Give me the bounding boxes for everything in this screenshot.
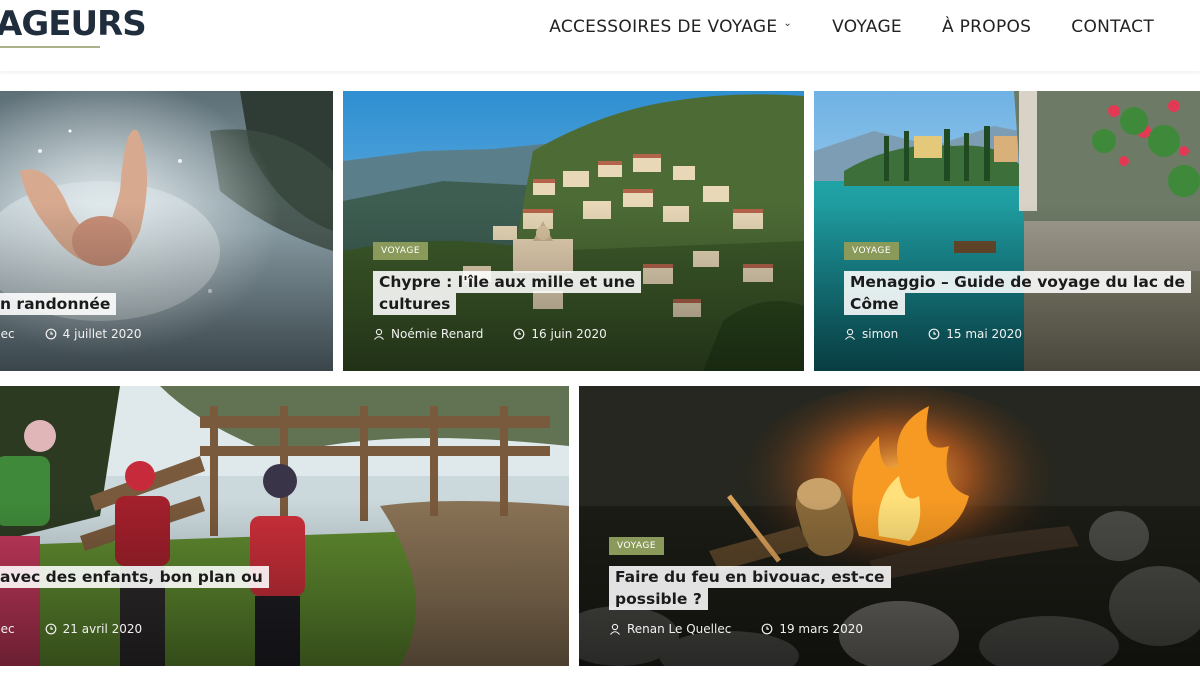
clock-icon <box>45 623 57 635</box>
nav-a-propos-label: À PROPOS <box>941 17 1032 37</box>
post-card[interactable]: avec des enfants, bon plan ou llec 21 av… <box>0 386 569 666</box>
post-title-line: Faire du feu en bivouac, est-ce <box>609 566 891 588</box>
post-title[interactable]: Chypre : l'île aux mille et une cultures <box>373 271 793 315</box>
post-title[interactable]: Faire du feu en bivouac, est-ce possible… <box>609 566 1169 610</box>
user-icon <box>610 623 620 635</box>
clock-icon <box>45 328 57 340</box>
category-badge[interactable]: VOYAGE <box>609 537 665 555</box>
user-icon <box>845 328 855 340</box>
nav-contact[interactable]: CONTACT <box>1031 14 1154 40</box>
nav-accessoires[interactable]: ACCESSOIRES DE VOYAGE ⌄ <box>509 14 792 40</box>
post-date: 21 avril 2020 <box>62 622 143 636</box>
image-shade <box>0 203 333 371</box>
post-author[interactable]: Noémie Renard <box>391 327 483 341</box>
nav-voyage[interactable]: VOYAGE <box>792 14 902 40</box>
clock-icon <box>928 328 940 340</box>
post-card[interactable]: n randonnée llec 4 juillet 2020 <box>0 91 333 371</box>
clock-icon <box>514 328 525 340</box>
post-meta: llec 4 juillet 2020 <box>0 327 142 341</box>
post-title-line: possible ? <box>609 588 708 610</box>
post-title-line: Chypre : l'île aux mille et une <box>373 271 642 293</box>
post-meta: Renan Le Quellec 19 mars 2020 <box>609 622 863 636</box>
post-title-line: Menaggio – Guide de voyage du lac de <box>844 271 1192 293</box>
main-nav: ACCESSOIRES DE VOYAGE ⌄ VOYAGE À PROPOS … <box>509 14 1154 40</box>
post-card[interactable]: VOYAGE Menaggio – Guide de voyage du lac… <box>814 91 1200 371</box>
post-title-line: n randonnée <box>0 293 117 315</box>
nav-contact-label: CONTACT <box>1071 17 1154 37</box>
post-card[interactable]: VOYAGE Chypre : l'île aux mille et une c… <box>343 91 804 371</box>
nav-accessoires-label: ACCESSOIRES DE VOYAGE <box>549 17 778 37</box>
post-meta: llec 21 avril 2020 <box>0 622 142 636</box>
post-author[interactable]: llec <box>0 622 15 636</box>
post-card[interactable]: VOYAGE Faire du feu en bivouac, est-ce p… <box>579 386 1200 666</box>
post-meta: simon 15 mai 2020 <box>844 327 1022 341</box>
post-date: 15 mai 2020 <box>946 327 1023 341</box>
post-title[interactable]: avec des enfants, bon plan ou <box>0 566 554 588</box>
post-author[interactable]: simon <box>862 327 898 341</box>
nav-voyage-label: VOYAGE <box>832 17 902 37</box>
category-badge[interactable]: VOYAGE <box>844 242 900 260</box>
nav-a-propos[interactable]: À PROPOS <box>902 14 1031 40</box>
clock-icon <box>761 623 773 635</box>
post-author[interactable]: llec <box>0 327 15 341</box>
post-title-line: cultures <box>373 293 457 315</box>
chevron-down-icon: ⌄ <box>783 18 793 29</box>
site-header: AGEURS ACCESSOIRES DE VOYAGE ⌄ VOYAGE À … <box>0 0 1200 71</box>
post-title-line: avec des enfants, bon plan ou <box>0 566 269 588</box>
site-logo[interactable]: AGEURS <box>0 2 147 46</box>
logo-underline <box>0 46 100 48</box>
post-date: 19 mars 2020 <box>779 622 863 636</box>
post-author[interactable]: Renan Le Quellec <box>627 622 731 636</box>
post-date: 4 juillet 2020 <box>62 327 142 341</box>
post-date: 16 juin 2020 <box>531 327 607 341</box>
category-badge[interactable]: VOYAGE <box>373 242 429 260</box>
user-icon <box>374 328 384 340</box>
post-title-line: Côme <box>844 293 905 315</box>
post-meta: Noémie Renard 16 juin 2020 <box>373 327 607 341</box>
post-title[interactable]: n randonnée <box>0 293 324 315</box>
post-title[interactable]: Menaggio – Guide de voyage du lac de Côm… <box>844 271 1194 315</box>
